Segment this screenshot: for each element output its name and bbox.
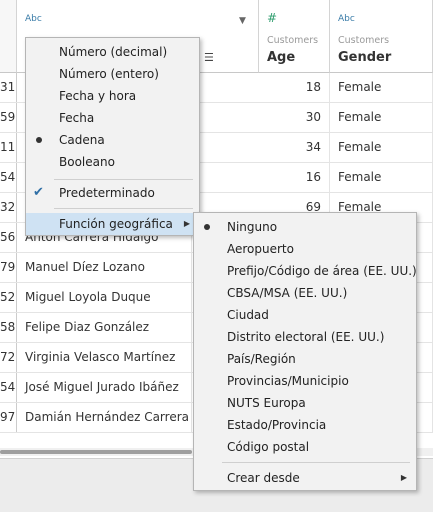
type-option[interactable]: Número (entero) <box>26 63 199 85</box>
geo-role-option[interactable]: Ciudad <box>194 304 416 326</box>
age-column-header[interactable]: # Customers Age <box>259 0 330 73</box>
geo-role-option[interactable]: Distrito electoral (EE. UU.) <box>194 326 416 348</box>
type-option-label: Cadena <box>59 133 105 147</box>
type-option[interactable]: Fecha y hora <box>26 85 199 107</box>
type-option-label: Número (entero) <box>59 67 159 81</box>
geo-role-option[interactable]: Provincias/Municipio <box>194 370 416 392</box>
age-cell: 16 <box>259 163 330 192</box>
selected-dot-icon <box>36 137 42 143</box>
row-id: 56 <box>0 223 17 252</box>
customer-name-cell: Virginia Velasco Martínez <box>17 343 192 372</box>
age-source-label: Customers <box>267 35 319 46</box>
menu-separator <box>222 462 410 463</box>
geo-role-option-label: País/Región <box>227 352 296 366</box>
row-id: 32 <box>0 193 17 222</box>
customer-name-cell: Felipe Diaz González <box>17 313 192 342</box>
geo-role-option-label: Ninguno <box>227 220 278 234</box>
numeric-type-icon[interactable]: # <box>267 11 277 25</box>
geo-role-option-label: Distrito electoral (EE. UU.) <box>227 330 385 344</box>
gender-cell: Female <box>330 103 433 132</box>
gender-source-label: Customers <box>338 35 390 46</box>
default-option-label: Predeterminado <box>59 186 155 200</box>
geo-role-option[interactable]: Estado/Provincia <box>194 414 416 436</box>
data-type-menu: ☰ Número (decimal) Número (entero) Fecha y… <box>25 37 214 236</box>
geo-role-option-label: Código postal <box>227 440 310 454</box>
selected-dot-icon <box>204 224 210 230</box>
gender-cell: Female <box>330 163 433 192</box>
geo-role-option[interactable]: País/Región <box>194 348 416 370</box>
geographic-role-option-label: Función geográfica <box>59 217 173 231</box>
geo-role-option[interactable]: NUTS Europa <box>194 392 416 414</box>
scrollbar-thumb[interactable] <box>0 450 192 454</box>
geo-role-option-label: NUTS Europa <box>227 396 306 410</box>
create-from-option[interactable]: Crear desde ▶ <box>194 467 416 489</box>
geographic-role-option[interactable]: Función geográfica ▶ <box>26 213 199 235</box>
submenu-arrow-icon: ▶ <box>400 473 407 482</box>
row-id: 54 <box>0 163 17 192</box>
type-option[interactable]: Booleano <box>26 151 199 173</box>
type-option[interactable]: Cadena <box>26 129 199 151</box>
geo-role-option[interactable]: Prefijo/Código de área (EE. UU.) <box>194 260 417 282</box>
row-id: 97 <box>0 403 17 432</box>
age-cell: 30 <box>259 103 330 132</box>
gender-cell: Female <box>330 133 433 162</box>
row-id: 79 <box>0 253 17 282</box>
create-from-option-label: Crear desde <box>227 471 300 485</box>
geo-role-option-label: CBSA/MSA (EE. UU.) <box>227 286 348 300</box>
geo-role-option[interactable]: CBSA/MSA (EE. UU.) <box>194 282 416 304</box>
row-id-header <box>0 0 17 73</box>
default-option[interactable]: ✔ Predeterminado <box>26 182 199 204</box>
customer-name-cell: Manuel Díez Lozano <box>17 253 192 282</box>
gender-column-header[interactable]: Abc Customers Gender <box>330 0 433 73</box>
menu-separator <box>54 208 193 209</box>
type-option-label: Booleano <box>59 155 115 169</box>
row-id: 31 <box>0 73 17 102</box>
row-id: 11 <box>0 133 17 162</box>
customer-name-cell: Damián Hernández Carrera <box>17 403 192 432</box>
column-dropdown-icon[interactable]: ▼ <box>239 16 246 26</box>
customer-name-cell: José Miguel Jurado Ibáñez <box>17 373 192 402</box>
sort-icon[interactable]: ☰ <box>204 51 214 64</box>
gender-header-label: Gender <box>338 50 392 65</box>
row-id: 54 <box>0 373 17 402</box>
row-id: 58 <box>0 313 17 342</box>
geo-role-option-label: Provincias/Municipio <box>227 374 349 388</box>
age-header-label: Age <box>267 50 296 65</box>
gender-cell: Female <box>330 73 433 102</box>
type-option-label: Fecha y hora <box>59 89 137 103</box>
menu-separator <box>54 179 193 180</box>
submenu-arrow-icon: ▶ <box>183 219 190 228</box>
row-id: 59 <box>0 103 17 132</box>
row-id: 72 <box>0 343 17 372</box>
age-cell: 18 <box>259 73 330 102</box>
geo-role-option-label: Aeropuerto <box>227 242 294 256</box>
type-option[interactable]: Número (decimal) <box>26 41 199 63</box>
geo-role-option[interactable]: Aeropuerto <box>194 238 416 260</box>
geographic-role-submenu: Ninguno Aeropuerto Prefijo/Código de área … <box>193 212 417 491</box>
geo-role-option-label: Ciudad <box>227 308 269 322</box>
type-option[interactable]: Fecha <box>26 107 199 129</box>
type-option-label: Fecha <box>59 111 95 125</box>
age-cell: 34 <box>259 133 330 162</box>
string-type-icon[interactable]: Abc <box>25 14 42 24</box>
geo-role-option[interactable]: Ninguno <box>194 216 416 238</box>
type-option-label: Número (decimal) <box>59 45 168 59</box>
checkmark-icon: ✔ <box>33 185 44 200</box>
customer-name-cell: Miguel Loyola Duque <box>17 283 192 312</box>
geo-role-option-label: Estado/Provincia <box>227 418 327 432</box>
row-id: 52 <box>0 283 17 312</box>
string-type-icon[interactable]: Abc <box>338 14 355 24</box>
geo-role-option[interactable]: Código postal <box>194 436 416 458</box>
geo-role-option-label: Prefijo/Código de área (EE. UU.) <box>227 264 417 278</box>
